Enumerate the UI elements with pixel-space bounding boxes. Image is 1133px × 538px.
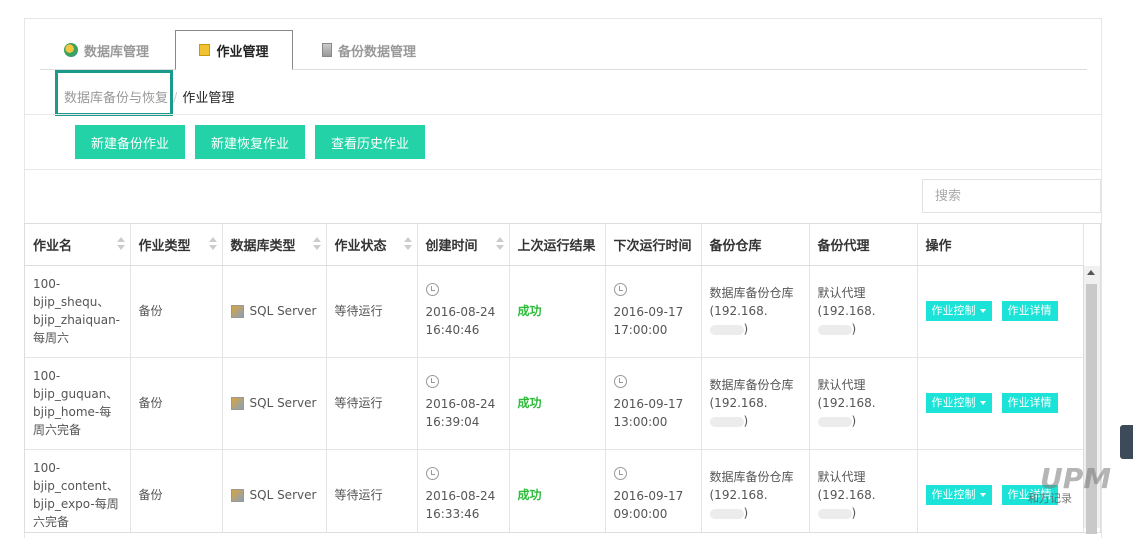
- last-result-cell: 成功: [509, 357, 606, 450]
- redacted-ip: [709, 324, 744, 335]
- toolbar: [24, 114, 1102, 170]
- backup-agent-cell: 默认代理 (192.168.): [809, 449, 918, 532]
- scroll-up-arrow-icon[interactable]: [1087, 270, 1095, 275]
- redacted-ip: [709, 416, 744, 427]
- db-type-cell: SQL Server: [222, 265, 327, 358]
- table-row: 100-bjip_content、bjip_expo-每周六完备 备份 SQL …: [25, 449, 1084, 532]
- column-header-last-result: 上次运行结果: [509, 224, 606, 266]
- breadcrumb-current: 作业管理: [182, 91, 235, 106]
- side-panel-tab[interactable]: [1120, 425, 1133, 459]
- sort-icon[interactable]: [495, 237, 504, 251]
- job-icon: [199, 44, 211, 56]
- table-row: 100-bjip_guquan、bjip_home-每周六完备 备份 SQL S…: [25, 357, 1084, 450]
- last-result-cell: 成功: [509, 449, 606, 532]
- tab-label: 作业管理: [216, 44, 269, 60]
- sql-server-icon: [230, 397, 244, 410]
- view-history-jobs-button[interactable]: 查看历史作业: [315, 125, 425, 159]
- tab-bar: 数据库管理 作业管理 备份数据管理: [40, 30, 1087, 70]
- job-status-cell: 等待运行: [326, 357, 418, 450]
- created-time-cell: 2016-08-24 16:39:04: [417, 357, 510, 450]
- caret-down-icon: [979, 401, 986, 405]
- db-type-cell: SQL Server: [222, 449, 327, 532]
- job-type-cell: 备份: [130, 265, 223, 358]
- sort-icon[interactable]: [312, 237, 321, 251]
- next-run-time-cell: 2016-09-17 17:00:00: [605, 265, 702, 358]
- backup-repo-cell: 数据库备份仓库 (192.168.): [701, 449, 810, 532]
- next-run-time-cell: 2016-09-17 13:00:00: [605, 357, 702, 450]
- column-header-job-type[interactable]: 作业类型: [130, 224, 223, 266]
- tab-label: 备份数据管理: [338, 44, 417, 60]
- backup-icon: [322, 43, 332, 57]
- redacted-ip: [817, 324, 852, 335]
- job-status-cell: 等待运行: [326, 265, 418, 358]
- redacted-ip: [709, 508, 744, 519]
- job-type-cell: 备份: [130, 449, 223, 532]
- sort-icon[interactable]: [403, 237, 412, 251]
- created-time-cell: 2016-08-24 16:40:46: [417, 265, 510, 358]
- job-name-cell: 100-bjip_content、bjip_expo-每周六完备: [25, 449, 131, 532]
- watermark-text: 和万记录: [1028, 492, 1072, 505]
- actions-cell: 作业控制 作业详情: [917, 265, 1084, 358]
- sort-icon[interactable]: [208, 237, 217, 251]
- job-type-cell: 备份: [130, 357, 223, 450]
- created-time-cell: 2016-08-24 16:33:46: [417, 449, 510, 532]
- job-control-dropdown-button[interactable]: 作业控制: [925, 485, 992, 505]
- sort-icon[interactable]: [116, 237, 125, 251]
- column-header-job-name[interactable]: 作业名: [25, 224, 131, 266]
- job-control-dropdown-button[interactable]: 作业控制: [925, 301, 992, 321]
- job-name-cell: 100-bjip_shequ、bjip_zhaiquan-每周六: [25, 265, 131, 358]
- clock-icon: [613, 375, 627, 388]
- clock-icon: [613, 283, 627, 296]
- column-header-db-type[interactable]: 数据库类型: [222, 224, 327, 266]
- caret-down-icon: [979, 309, 986, 313]
- clock-icon: [425, 375, 439, 388]
- watermark: UPM 和万记录: [1028, 462, 1130, 522]
- column-header-created-time[interactable]: 创建时间: [417, 224, 510, 266]
- tab-label: 数据库管理: [84, 44, 150, 60]
- job-detail-button[interactable]: 作业详情: [1001, 301, 1058, 321]
- redacted-ip: [817, 508, 852, 519]
- next-run-time-cell: 2016-09-17 09:00:00: [605, 449, 702, 532]
- backup-agent-cell: 默认代理 (192.168.): [809, 265, 918, 358]
- backup-agent-cell: 默认代理 (192.168.): [809, 357, 918, 450]
- clock-icon: [613, 467, 627, 480]
- search-input[interactable]: [922, 179, 1101, 213]
- clock-icon: [425, 283, 439, 296]
- table-header-row: 作业名 作业类型 数据库类型 作业状态 创建时间 上次运行结果 下次运行时间 备…: [25, 224, 1084, 266]
- table-row: 100-bjip_shequ、bjip_zhaiquan-每周六 备份 SQL …: [25, 265, 1084, 358]
- job-status-cell: 等待运行: [326, 449, 418, 532]
- db-type-cell: SQL Server: [222, 357, 327, 450]
- caret-down-icon: [979, 493, 986, 497]
- job-detail-button[interactable]: 作业详情: [1001, 393, 1058, 413]
- tab-database-management[interactable]: 数据库管理: [64, 30, 184, 70]
- new-backup-job-button[interactable]: 新建备份作业: [75, 125, 185, 159]
- new-restore-job-button[interactable]: 新建恢复作业: [195, 125, 305, 159]
- backup-repo-cell: 数据库备份仓库 (192.168.): [701, 265, 810, 358]
- job-name-cell: 100-bjip_guquan、bjip_home-每周六完备: [25, 357, 131, 450]
- job-control-dropdown-button[interactable]: 作业控制: [925, 393, 992, 413]
- redacted-ip: [817, 416, 852, 427]
- column-header-backup-agent: 备份代理: [809, 224, 918, 266]
- column-header-next-run-time: 下次运行时间: [605, 224, 702, 266]
- breadcrumb-separator: /: [173, 91, 178, 106]
- tab-backup-data-management[interactable]: 备份数据管理: [322, 30, 452, 70]
- clock-icon: [425, 467, 439, 480]
- tab-job-management[interactable]: 作业管理: [175, 30, 293, 70]
- column-header-actions: 操作: [917, 224, 1084, 266]
- database-icon: [64, 43, 78, 57]
- sql-server-icon: [230, 305, 244, 318]
- breadcrumb-parent-link[interactable]: 数据库备份与恢复: [64, 91, 168, 106]
- breadcrumb: 数据库备份与恢复 / 作业管理: [64, 87, 234, 106]
- jobs-table: 作业名 作业类型 数据库类型 作业状态 创建时间 上次运行结果 下次运行时间 备…: [24, 223, 1101, 533]
- backup-repo-cell: 数据库备份仓库 (192.168.): [701, 357, 810, 450]
- last-result-cell: 成功: [509, 265, 606, 358]
- sql-server-icon: [230, 489, 244, 502]
- column-header-job-status[interactable]: 作业状态: [326, 224, 418, 266]
- column-header-backup-repo: 备份仓库: [701, 224, 810, 266]
- actions-cell: 作业控制 作业详情: [917, 357, 1084, 450]
